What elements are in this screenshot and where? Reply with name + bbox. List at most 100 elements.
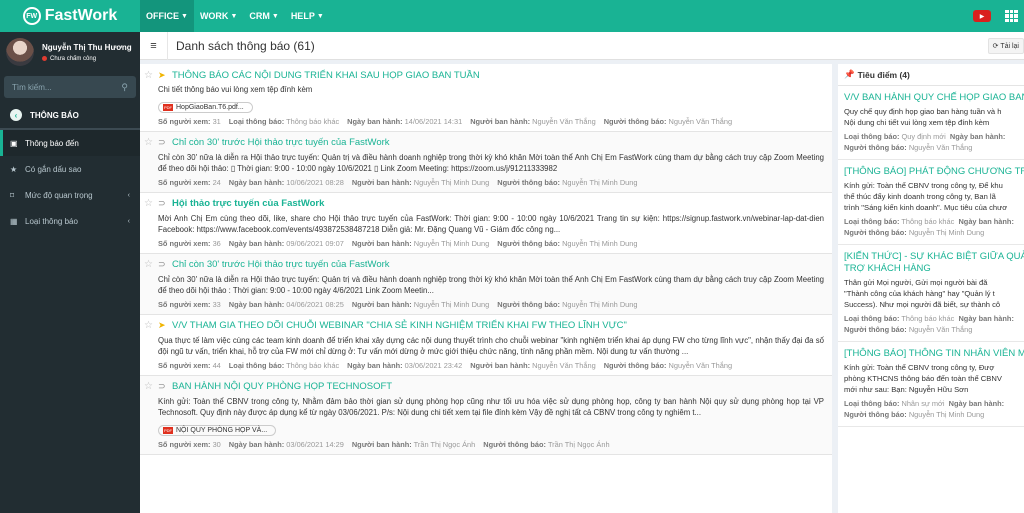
pin-icon: 📌 — [844, 69, 855, 79]
attachment-name: NỘI QUY PHÒNG HỌP VÀ... — [176, 426, 268, 434]
meta-views: Số người xem: 31 — [158, 116, 221, 126]
highlight-desc: Quy chế quy định họp giao ban hàng tuần … — [844, 107, 1002, 127]
highlights-panel: 📌 Tiêu điểm (4) V/V BAN HÀNH QUY CHẾ HỌP … — [838, 64, 1024, 513]
meta-issuer: Người ban hành: Nguyễn Thị Minh Dung — [351, 238, 490, 248]
meta-issuer: Người ban hành: Nguyễn Văn Thắng — [470, 116, 596, 126]
tag-outline-icon[interactable]: ⊃ — [158, 137, 168, 148]
highlight-meta: Loại thông báo: Nhân sự mới Ngày ban hàn… — [844, 399, 1005, 419]
pdf-icon: PDF — [163, 103, 173, 111]
logo-mark-icon: FW — [22, 7, 41, 25]
highlight-item[interactable]: [KIẾN THỨC] - SỰ KHÁC BIỆT GIỮA QUẢ HÀNG… — [838, 245, 1024, 342]
notification-item[interactable]: ☆ ⊃ Hội thảo trực tuyến của FastWork Mời… — [140, 192, 832, 254]
reload-button[interactable]: ⟳ Tải lại — [987, 37, 1024, 54]
meta-date: Ngày ban hành: 03/06/2021 14:29 — [228, 439, 344, 449]
caret-down-icon: ▼ — [271, 12, 279, 20]
notification-item[interactable]: ☆ ⊃ Chỉ còn 30' trước Hội thảo trực tuyế… — [140, 131, 832, 193]
tag-outline-icon[interactable]: ⊃ — [158, 381, 168, 392]
caret-down-icon: ▼ — [316, 12, 324, 20]
meta-type: Loại thông báo: Thông báo khác — [228, 360, 340, 370]
highlight-item[interactable]: V/V BAN HÀNH QUY CHẾ HỌP GIAO BAN Quy ch… — [838, 86, 1024, 160]
caret-down-icon: ▼ — [181, 12, 188, 20]
meta-views: Số người xem: 30 — [158, 439, 221, 449]
sidebar-item[interactable]: ▦ Loại thông báo ‹ — [0, 208, 140, 234]
highlight-title[interactable]: [THÔNG BÁO] THÔNG TIN NHÂN VIÊN MỚ — [844, 348, 1024, 360]
star-icon[interactable]: ☆ — [144, 137, 154, 148]
highlight-meta: Loại thông báo: Thông báo khác Ngày ban … — [844, 314, 1014, 334]
user-status: Chưa chấm công — [42, 56, 132, 62]
nav-crm[interactable]: CRM ▼ — [243, 0, 284, 32]
highlight-meta: Loại thông báo: Quy định mới Ngày ban hà… — [844, 132, 1006, 152]
notification-meta: Số người xem: 30 Ngày ban hành: 03/06/202… — [158, 440, 824, 449]
highlight-title[interactable]: [THÔNG BÁO] PHÁT ĐỘNG CHƯƠNG TRÌ — [844, 166, 1024, 178]
meta-issuer: Người ban hành: Nguyễn Thị Minh Dung — [351, 299, 490, 309]
user-status-text: Chưa chấm công — [50, 55, 97, 62]
inbox-icon: ▣ — [10, 138, 18, 148]
nav-label: CRM — [249, 11, 270, 21]
notification-item[interactable]: ☆ ➤ V/V THAM GIA THEO DÕI CHUỖI WEBINAR … — [140, 314, 832, 376]
star-icon[interactable]: ☆ — [144, 320, 154, 331]
highlight-item[interactable]: [THÔNG BÁO] PHÁT ĐỘNG CHƯƠNG TRÌ Kính gử… — [838, 160, 1024, 245]
meta-views: Số người xem: 33 — [158, 299, 221, 309]
sidebar-item[interactable]: ★ Có gắn dấu sao — [0, 156, 140, 182]
notification-title[interactable]: Hội thảo trực tuyến của FastWork — [172, 198, 324, 209]
notification-title[interactable]: THÔNG BÁO CÁC NỘI DUNG TRIỂN KHAI SAU HỌ… — [172, 70, 480, 81]
meta-issuer: Người ban hành: Trần Thị Ngọc Ánh — [351, 439, 476, 449]
highlight-desc: Thân gửi Mọi người, Gửi mọi người bài đă… — [844, 278, 1001, 309]
meta-views: Số người xem: 24 — [158, 177, 221, 187]
logo[interactable]: FW FastWork — [0, 0, 140, 32]
bookmark-icon: ⌑ — [10, 190, 15, 200]
sidebar-item[interactable]: ⌑ Mức độ quan trọng ‹ — [0, 182, 140, 208]
notification-title[interactable]: Chỉ còn 30' trước Hội thảo trực tuyến củ… — [172, 259, 390, 270]
pdf-icon: PDF — [163, 426, 173, 434]
notification-title[interactable]: BAN HÀNH NỘI QUY PHÒNG HỌP TECHNOSOFT — [172, 381, 392, 392]
notification-list: ☆ ➤ THÔNG BÁO CÁC NỘI DUNG TRIỂN KHAI SA… — [140, 64, 832, 513]
notification-desc: Chi tiết thông báo vui lòng xem tệp đính… — [158, 85, 313, 94]
sidebar-item[interactable]: ▣ Thông báo đến — [0, 130, 140, 156]
attachment-chip[interactable]: PDF HopGiaoBan.T6.pdf... — [158, 101, 253, 113]
highlight-title[interactable]: V/V BAN HÀNH QUY CHẾ HỌP GIAO BAN — [844, 92, 1024, 104]
avatar[interactable] — [6, 38, 34, 66]
meta-notifier: Người thông báo: Nguyễn Thị Minh Dung — [497, 177, 638, 187]
sidebar-item-label: Có gắn dấu sao — [25, 164, 82, 174]
notification-meta: Số người xem: 44 Loại thông báo: Thông bá… — [158, 361, 824, 370]
nav-help[interactable]: HELP ▼ — [285, 0, 330, 32]
important-tag-icon[interactable]: ➤ — [158, 320, 168, 331]
menu-toggle-icon[interactable]: ≡ — [140, 31, 168, 60]
youtube-icon[interactable]: ▶ — [973, 10, 991, 22]
star-icon[interactable]: ☆ — [144, 259, 154, 270]
star-icon[interactable]: ☆ — [144, 381, 154, 392]
page-title: Danh sách thông báo (61) — [176, 38, 315, 53]
meta-notifier: Người thông báo: Trần Thị Ngọc Ánh — [483, 439, 610, 449]
notification-title[interactable]: V/V THAM GIA THEO DÕI CHUỖI WEBINAR "CHI… — [172, 320, 627, 331]
section-title: THÔNG BÁO — [30, 110, 79, 120]
notification-title[interactable]: Chỉ còn 30' trước Hội thảo trực tuyến củ… — [172, 137, 390, 148]
highlight-desc: Kính gửi: Toàn thể CBNV trong công ty, Đ… — [844, 181, 1008, 212]
highlight-item[interactable]: [THÔNG BÁO] THÔNG TIN NHÂN VIÊN MỚ Kính … — [838, 342, 1024, 427]
tag-outline-icon[interactable]: ⊃ — [158, 259, 168, 270]
notification-desc: Mời Anh Chị Em cùng theo dõi, like, shar… — [158, 213, 824, 235]
notification-meta: Số người xem: 36 Ngày ban hành: 09/06/202… — [158, 239, 824, 248]
sidebar-menu: ▣ Thông báo đến ★ Có gắn dấu sao ⌑ Mức độ qua… — [0, 130, 140, 234]
back-icon[interactable]: ‹ — [10, 109, 22, 121]
star-icon[interactable]: ☆ — [144, 70, 154, 81]
meta-issuer: Người ban hành: Nguyễn Thị Minh Dung — [351, 177, 490, 187]
notification-item[interactable]: ☆ ➤ THÔNG BÁO CÁC NỘI DUNG TRIỂN KHAI SA… — [140, 64, 832, 132]
meta-type: Loại thông báo: Thông báo khác — [228, 116, 340, 126]
nav-work[interactable]: WORK ▼ — [194, 0, 243, 32]
chevron-left-icon: ‹ — [127, 217, 130, 225]
search-icon[interactable]: ⚲ — [121, 82, 128, 93]
highlight-title[interactable]: [KIẾN THỨC] - SỰ KHÁC BIỆT GIỮA QUẢ HÀNG… — [844, 251, 1024, 275]
star-icon[interactable]: ☆ — [144, 198, 154, 209]
attachment-chip[interactable]: PDF NỘI QUY PHÒNG HỌP VÀ... — [158, 424, 277, 436]
notification-desc: Chỉ còn 30' nữa là diễn ra Hội thảo trực… — [158, 274, 824, 296]
search-input[interactable] — [12, 82, 112, 92]
nav-office[interactable]: OFFICE ▼ — [140, 0, 194, 32]
notification-item[interactable]: ☆ ⊃ Chỉ còn 30' trước Hội thảo trực tuyế… — [140, 253, 832, 315]
tag-outline-icon[interactable]: ⊃ — [158, 198, 168, 209]
apps-grid-icon[interactable] — [1005, 10, 1018, 22]
notification-item[interactable]: ☆ ⊃ BAN HÀNH NỘI QUY PHÒNG HỌP TECHNOSOF… — [140, 375, 832, 455]
section-header: ‹ THÔNG BÁO — [0, 102, 140, 130]
status-dot-icon — [42, 56, 47, 61]
important-tag-icon[interactable]: ➤ — [158, 70, 168, 81]
caret-down-icon: ▼ — [230, 12, 238, 20]
